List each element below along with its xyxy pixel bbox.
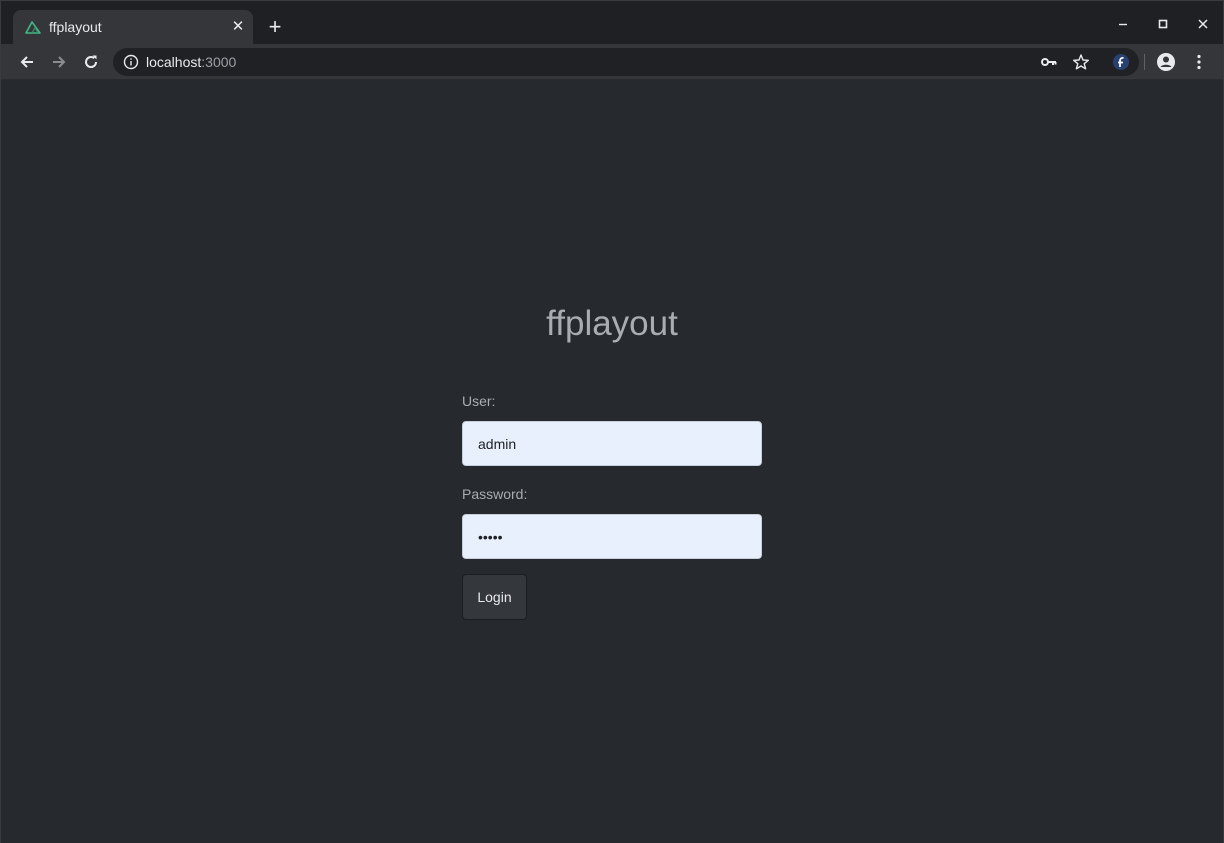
close-window-button[interactable] [1183,1,1223,47]
fedora-extension-button[interactable] [1111,52,1131,72]
forward-button[interactable] [49,52,69,72]
password-label: Password: [462,486,528,502]
login-form: User: Password: Login [462,391,762,620]
user-label: User: [462,393,496,409]
close-icon[interactable]: ✕ [229,18,247,36]
browser-window: ffplayout ✕ + localhost:3000 ffplayout U… [0,0,1224,843]
more-menu-icon [1197,54,1201,70]
maximize-icon [1158,19,1168,29]
browser-toolbar: localhost:3000 [1,44,1223,80]
tab-title: ffplayout [49,19,102,35]
password-input[interactable] [462,514,762,559]
login-button[interactable]: Login [462,574,527,620]
url-text: localhost:3000 [146,54,236,70]
url-host: localhost [146,54,202,70]
page-title: ffplayout [546,304,678,343]
tab-strip: ffplayout ✕ + [1,1,1223,44]
minimize-button[interactable] [1103,1,1143,47]
address-bar[interactable]: localhost:3000 [113,48,1139,76]
fedora-extension-icon [1113,54,1129,70]
user-input[interactable] [462,421,762,466]
toolbar-divider [1144,54,1145,70]
reload-button[interactable] [81,52,101,72]
minimize-icon [1119,23,1127,26]
url-port: :3000 [201,54,237,70]
browser-tab[interactable]: ffplayout ✕ [13,10,253,44]
close-window-icon [1198,19,1208,29]
password-key-button[interactable] [1039,52,1059,72]
reload-icon [85,55,98,68]
window-controls [1103,1,1223,44]
account-icon [1157,53,1175,71]
nuxt-logo-icon [25,21,41,34]
star-icon [1073,54,1089,70]
back-button[interactable] [17,52,37,72]
key-icon [1041,58,1057,66]
bookmark-button[interactable] [1071,52,1091,72]
menu-button[interactable] [1189,52,1209,72]
plus-icon[interactable]: + [263,15,287,39]
profile-button[interactable] [1156,52,1176,72]
forward-arrow-icon [53,56,66,68]
page-content: ffplayout User: Password: Login [1,81,1223,843]
back-arrow-icon [20,56,33,68]
info-icon[interactable] [123,54,139,70]
maximize-button[interactable] [1143,1,1183,47]
